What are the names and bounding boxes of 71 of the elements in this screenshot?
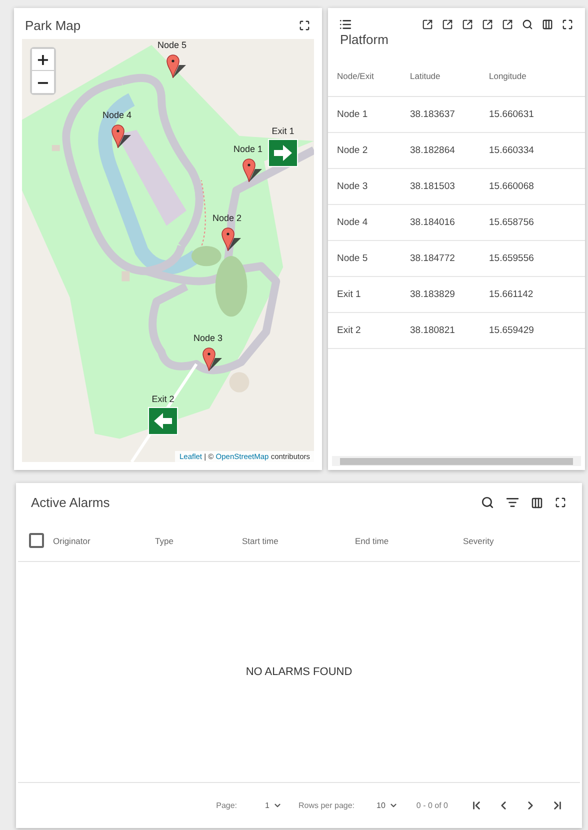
- search-icon[interactable]: [481, 496, 494, 509]
- table-cell-text: 15.660631: [488, 109, 535, 120]
- open-external-icon[interactable]: [462, 19, 473, 30]
- table-cell-text: 38.183637: [409, 109, 456, 120]
- map-pin-icon[interactable]: [202, 346, 224, 372]
- zoom-in-button[interactable]: +: [32, 49, 54, 71]
- rows-per-page-select[interactable]: 10: [376, 801, 398, 810]
- marker-label: Node 2: [212, 213, 242, 223]
- card-title: Active Alarms: [31, 495, 110, 510]
- search-icon[interactable]: [522, 19, 533, 30]
- column-header[interactable]: Longitude: [480, 70, 570, 80]
- card-title: Park Map: [25, 18, 81, 33]
- marker-label: Exit 1: [272, 126, 294, 136]
- table-cell-text: 15.660068: [488, 181, 535, 192]
- table-cell-text: Node 2: [336, 145, 369, 156]
- column-header[interactable]: End time: [355, 536, 463, 546]
- column-header[interactable]: Node/Exit: [328, 70, 401, 80]
- card-title: Platform: [340, 32, 388, 47]
- column-header[interactable]: Type: [155, 536, 242, 546]
- first-page-icon[interactable]: [470, 799, 483, 812]
- fullscreen-icon[interactable]: [299, 20, 310, 31]
- page-range: 0 - 0 of 0: [416, 801, 448, 810]
- open-external-icon[interactable]: [482, 19, 493, 30]
- columns-icon[interactable]: [542, 19, 553, 30]
- fullscreen-icon[interactable]: [562, 19, 573, 30]
- column-header[interactable]: Latitude: [401, 70, 480, 80]
- table-cell-text: 15.659556: [488, 253, 535, 264]
- open-external-icon[interactable]: [442, 19, 453, 30]
- table-cell-text: 15.660334: [488, 145, 535, 156]
- marker-label: Node 3: [193, 333, 223, 343]
- page-label: Page:: [216, 801, 238, 810]
- map-pin-icon[interactable]: [242, 157, 264, 183]
- marker-label: Node 5: [157, 40, 187, 50]
- table-cell-text: 38.184772: [409, 253, 456, 264]
- column-header[interactable]: Severity: [463, 536, 553, 546]
- table-cell-text: 38.184016: [409, 217, 456, 228]
- map-pin-icon[interactable]: [111, 123, 133, 149]
- caret-icon: [273, 801, 282, 810]
- list-icon[interactable]: [339, 18, 352, 31]
- rows-per-page-label: Rows per page:: [298, 801, 355, 810]
- table-cell-text: 15.661142: [488, 289, 534, 300]
- column-header[interactable]: Start time: [242, 536, 355, 546]
- page-select[interactable]: 1: [265, 801, 282, 810]
- map-pin-icon[interactable]: [221, 226, 243, 252]
- table-cell-text: Node 5: [336, 253, 369, 264]
- table-cell-text: 15.658756: [488, 217, 535, 228]
- fullscreen-icon[interactable]: [555, 497, 566, 508]
- open-external-icon[interactable]: [502, 19, 513, 30]
- horizontal-scrollbar[interactable]: [332, 456, 581, 466]
- table-cell-text: Node 4: [336, 217, 369, 228]
- columns-icon[interactable]: [531, 496, 543, 508]
- table-cell-text: Exit 1: [336, 289, 362, 300]
- marker-label: Node 1: [233, 144, 263, 154]
- table-cell-text: 38.182864: [409, 145, 456, 156]
- table-cell-text: Exit 2: [336, 325, 362, 336]
- caret-icon: [389, 801, 398, 810]
- open-external-icon[interactable]: [422, 19, 433, 30]
- select-all-checkbox[interactable]: [29, 533, 44, 548]
- empty-message: NO ALARMS FOUND: [246, 666, 352, 678]
- column-header[interactable]: Originator: [53, 536, 155, 546]
- filter-icon[interactable]: [506, 496, 519, 509]
- table-cell-text: Node 3: [336, 181, 369, 192]
- marker-label: Node 4: [102, 110, 132, 120]
- table-cell-text: Node 1: [336, 109, 369, 120]
- table-cell-text: 38.183829: [409, 289, 456, 300]
- map-pin-icon[interactable]: [166, 53, 188, 79]
- marker-label: Exit 2: [152, 394, 174, 404]
- table-cell-text: 38.181503: [409, 181, 456, 192]
- table-cell-text: 15.659429: [488, 325, 535, 336]
- table-cell-text: 38.180821: [409, 325, 456, 336]
- last-page-icon[interactable]: [551, 799, 564, 812]
